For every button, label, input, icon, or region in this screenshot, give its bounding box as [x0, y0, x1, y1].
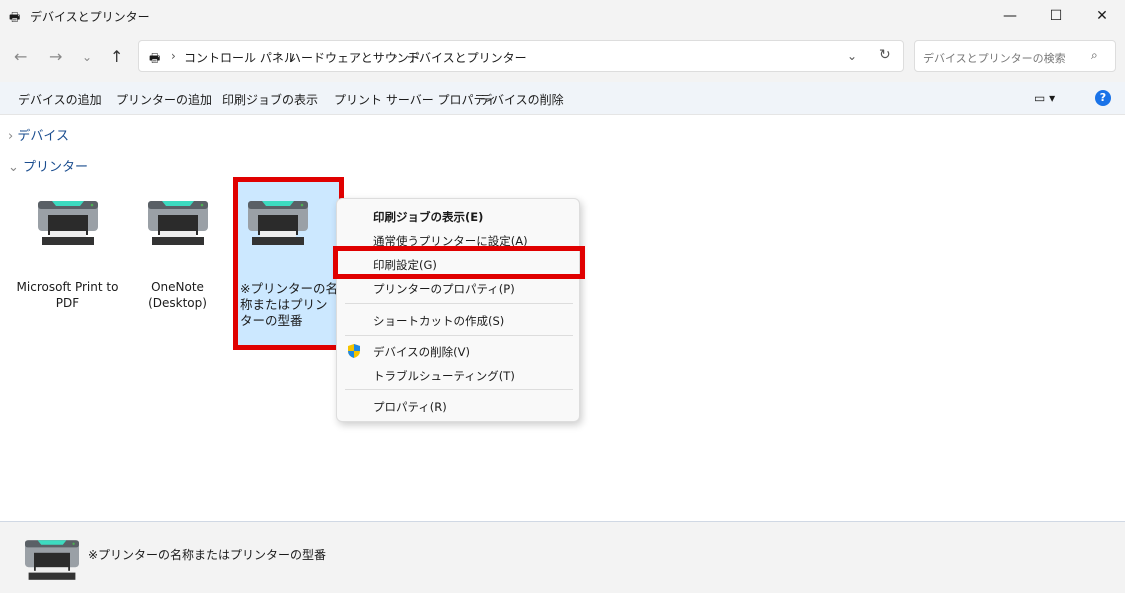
devices-printers-icon: 🖶 — [9, 10, 21, 24]
menu-properties[interactable]: プロパティ(R) — [373, 399, 447, 415]
search-input[interactable]: デバイスとプリンターの検索 ⌕ — [914, 40, 1116, 72]
address-row: ← → ⌄ ↑ 🖶 › コントロール パネル › ハードウェアとサウンド › デ… — [0, 32, 1125, 82]
minimize-button[interactable]: — — [987, 0, 1033, 32]
menu-separator — [345, 335, 573, 336]
printer-icon — [37, 201, 98, 245]
printer-icon — [25, 540, 79, 580]
remove-device-button[interactable]: デバイスの削除 — [480, 91, 564, 108]
see-print-jobs-button[interactable]: 印刷ジョブの表示 — [222, 91, 318, 108]
recent-chevron-icon[interactable]: ⌄ — [82, 50, 92, 64]
details-pane: ※プリンターの名称またはプリンターの型番 — [0, 521, 1125, 593]
back-icon[interactable]: ← — [14, 47, 27, 66]
group-printers-label: プリンター — [23, 160, 89, 175]
printer-microsoft-pdf[interactable]: Microsoft Print to PDF — [15, 195, 120, 311]
menu-create-shortcut[interactable]: ショートカットの作成(S) — [373, 313, 504, 329]
print-server-properties-button[interactable]: プリント サーバー プロパティ — [334, 91, 497, 108]
printer-label: OneNote (Desktop) — [148, 280, 207, 310]
up-icon[interactable]: ↑ — [110, 47, 123, 66]
maximize-button[interactable]: ☐ — [1033, 0, 1079, 32]
add-device-button[interactable]: デバイスの追加 — [18, 91, 102, 108]
printing-preferences-highlight — [333, 246, 585, 279]
address-bar[interactable]: 🖶 › コントロール パネル › ハードウェアとサウンド › デバイスとプリンタ… — [138, 40, 904, 72]
group-devices[interactable]: › デバイス — [8, 125, 69, 144]
uac-shield-icon — [346, 343, 362, 362]
menu-separator — [345, 303, 573, 304]
title-bar: 🖶 デバイスとプリンター — ☐ ✕ — [0, 0, 1125, 32]
view-options-icon[interactable]: ▭ ▾ — [1034, 91, 1055, 105]
group-devices-label: デバイス — [17, 129, 69, 144]
address-dropdown-icon[interactable]: ⌄ — [847, 49, 857, 63]
menu-remove-device[interactable]: デバイスの削除(V) — [373, 344, 470, 360]
menu-troubleshoot[interactable]: トラブルシューティング(T) — [373, 368, 515, 384]
refresh-icon[interactable]: ↻ — [879, 47, 891, 63]
help-icon[interactable]: ? — [1095, 90, 1111, 106]
printer-selected[interactable]: ※プリンターの名称またはプリンターの型番 — [238, 195, 338, 329]
location-icon: 🖶 — [149, 51, 161, 65]
search-placeholder: デバイスとプリンターの検索 — [923, 52, 1066, 65]
printer-label: ※プリンターの名称またはプリンターの型番 — [240, 281, 338, 328]
breadcrumb-devices-printers[interactable]: デバイスとプリンター — [407, 49, 527, 66]
details-printer-name: ※プリンターの名称またはプリンターの型番 — [88, 548, 327, 562]
context-menu: 印刷ジョブの表示(E) 通常使うプリンターに設定(A) 印刷設定(G) プリンタ… — [336, 198, 580, 422]
add-printer-button[interactable]: プリンターの追加 — [116, 91, 212, 108]
printer-icon — [248, 201, 308, 245]
forward-icon[interactable]: → — [49, 47, 62, 66]
printer-icon — [147, 201, 208, 245]
menu-see-print-jobs[interactable]: 印刷ジョブの表示(E) — [373, 209, 483, 225]
close-button[interactable]: ✕ — [1079, 0, 1125, 32]
search-icon[interactable]: ⌕ — [1091, 48, 1098, 63]
window-title: デバイスとプリンター — [30, 10, 150, 24]
printer-label: Microsoft Print to PDF — [16, 280, 119, 310]
group-printers[interactable]: ⌄ プリンター — [8, 156, 88, 175]
menu-printer-properties[interactable]: プリンターのプロパティ(P) — [373, 281, 515, 297]
command-bar: デバイスの追加 プリンターの追加 印刷ジョブの表示 プリント サーバー プロパテ… — [0, 82, 1125, 115]
breadcrumb-hardware-sound[interactable]: ハードウェアとサウンド — [289, 49, 421, 66]
printer-onenote[interactable]: OneNote (Desktop) — [125, 195, 230, 311]
menu-separator — [345, 389, 573, 390]
